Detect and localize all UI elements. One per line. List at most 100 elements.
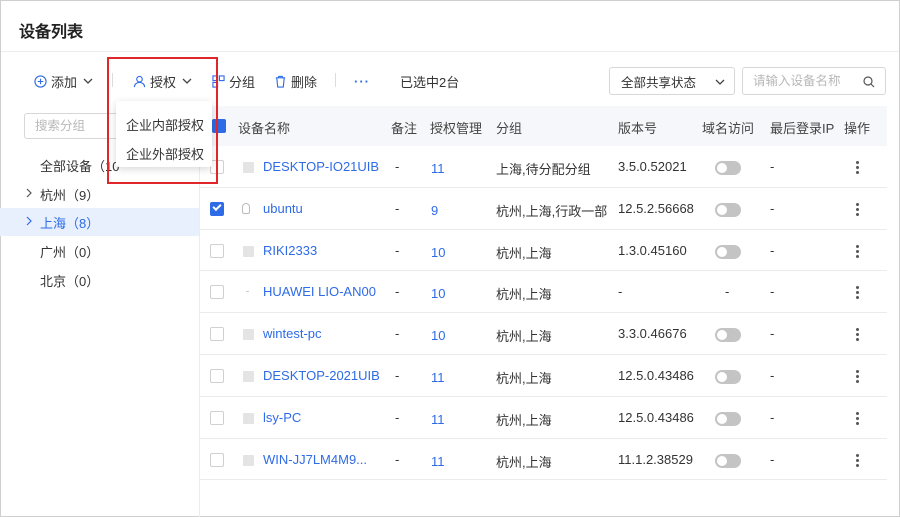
mobile-icon [246,291,249,293]
domain-access-toggle[interactable] [715,202,741,217]
device-name-link[interactable]: HUAWEI LIO-AN00 [263,284,376,299]
row-divider [200,228,887,230]
device-group: 杭州,上海 [496,329,552,345]
device-name-link[interactable]: ubuntu [263,201,303,216]
chevron-right-icon[interactable] [25,216,33,226]
share-status-value: 全部共享状态 [621,75,697,90]
windows-icon [243,412,254,424]
table-header: 设备名称 备注 授权管理 分组 版本号 域名访问 最后登录IP 操作 [200,106,887,146]
domain-access-toggle[interactable] [715,160,741,175]
chevron-down-icon [715,79,725,85]
device-name-link[interactable]: RIKI2333 [263,243,317,258]
windows-icon [243,245,254,257]
auth-count-link[interactable]: 9 [431,203,438,218]
group-button[interactable]: 分组 [212,70,255,92]
auth-count-link[interactable]: 11 [431,454,445,469]
device-group: 杭州,上海 [496,454,552,470]
device-note: - [395,200,400,216]
chevron-right-icon[interactable] [25,188,33,198]
row-divider [200,312,887,314]
device-note: - [395,326,400,342]
auth-count-link[interactable]: 10 [431,286,445,301]
windows-icon [243,161,254,173]
sidebar-item-label: 广州（0） [40,244,100,260]
device-name-link[interactable]: DESKTOP-IO21UIB [263,159,379,174]
device-version: - [618,284,623,300]
sidebar-item-label: 杭州（9） [40,187,100,203]
sidebar-item-hangzhou[interactable]: 杭州（9） [0,180,199,208]
device-name-link[interactable]: wintest-pc [263,326,322,341]
share-status-select[interactable]: 全部共享状态 [609,67,735,95]
row-checkbox[interactable] [210,243,224,258]
domain-access-toggle[interactable] [715,244,741,259]
more-actions-icon[interactable] [856,453,859,469]
device-group: 杭州,上海 [496,245,552,261]
device-version: 11.1.2.38529 [618,451,693,467]
more-actions-icon[interactable] [856,244,859,260]
sidebar-item-shanghai[interactable]: 上海（8） [0,208,199,236]
device-name-link[interactable]: DESKTOP-2021UIB [263,368,380,383]
domain-access-value: - [725,284,730,300]
group-label: 分组 [229,74,256,90]
windows-icon [243,329,254,341]
more-button[interactable]: ··· [354,70,370,92]
plus-circle-icon [34,74,47,88]
last-login-ip: - [770,326,775,342]
last-login-ip: - [770,409,775,425]
linux-icon [242,202,250,214]
row-checkbox[interactable] [210,410,224,425]
row-checkbox[interactable] [210,327,224,342]
delete-label: 删除 [291,74,318,90]
add-button[interactable]: 添加 [34,70,93,92]
sidebar-item-guangzhou[interactable]: 广州（0） [0,237,199,265]
row-checkbox[interactable] [210,368,224,383]
device-group: 杭州,上海 [496,412,552,428]
row-checkbox[interactable] [210,452,224,467]
domain-access-toggle[interactable] [715,328,741,343]
more-actions-icon[interactable] [856,202,859,218]
row-divider [200,354,887,355]
column-header: 分组 [496,121,523,136]
more-actions-icon[interactable] [856,286,859,301]
device-version: 1.3.0.45160 [618,242,687,258]
row-divider [200,479,887,481]
more-actions-icon[interactable] [856,369,859,385]
device-group: 杭州,上海,行政一部 [496,203,608,219]
column-header: 设备名称 [238,121,291,136]
domain-access-toggle[interactable] [715,369,741,384]
domain-access-toggle[interactable] [715,411,741,426]
device-name-link[interactable]: lsy-PC [263,410,301,425]
more-actions-icon[interactable] [856,160,859,176]
add-label: 添加 [51,74,78,90]
device-group: 杭州,上海 [496,287,552,303]
row-checkbox[interactable] [210,285,224,300]
domain-access-toggle[interactable] [715,453,741,468]
column-header: 域名访问 [702,121,755,136]
header-divider [1,51,899,52]
more-actions-icon[interactable] [856,328,859,343]
windows-icon [243,454,254,466]
windows-icon [243,370,254,382]
more-actions-icon[interactable] [856,411,859,427]
last-login-ip: - [770,284,775,300]
auth-count-link[interactable]: 11 [431,412,445,427]
device-search-input[interactable] [753,70,863,92]
sidebar-item-label: 北京（0） [40,273,100,289]
device-name-link[interactable]: WIN-JJ7LM4M9... [263,452,367,467]
auth-count-link[interactable]: 10 [431,328,445,343]
column-header: 授权管理 [430,121,483,136]
auth-count-link[interactable]: 11 [431,370,445,385]
sidebar-item-beijing[interactable]: 北京（0） [0,266,199,294]
auth-count-link[interactable]: 11 [431,161,445,176]
row-divider [200,437,887,439]
column-header: 最后登录IP [770,121,835,136]
row-divider [200,186,887,188]
device-version: 3.5.0.52021 [618,158,687,174]
delete-button[interactable]: 删除 [274,70,317,92]
search-icon[interactable] [863,76,875,88]
selected-count: 已选中2台 [400,74,460,90]
last-login-ip: - [770,242,775,258]
last-login-ip: - [770,451,775,467]
device-note: - [395,158,400,174]
auth-count-link[interactable]: 10 [431,245,445,260]
